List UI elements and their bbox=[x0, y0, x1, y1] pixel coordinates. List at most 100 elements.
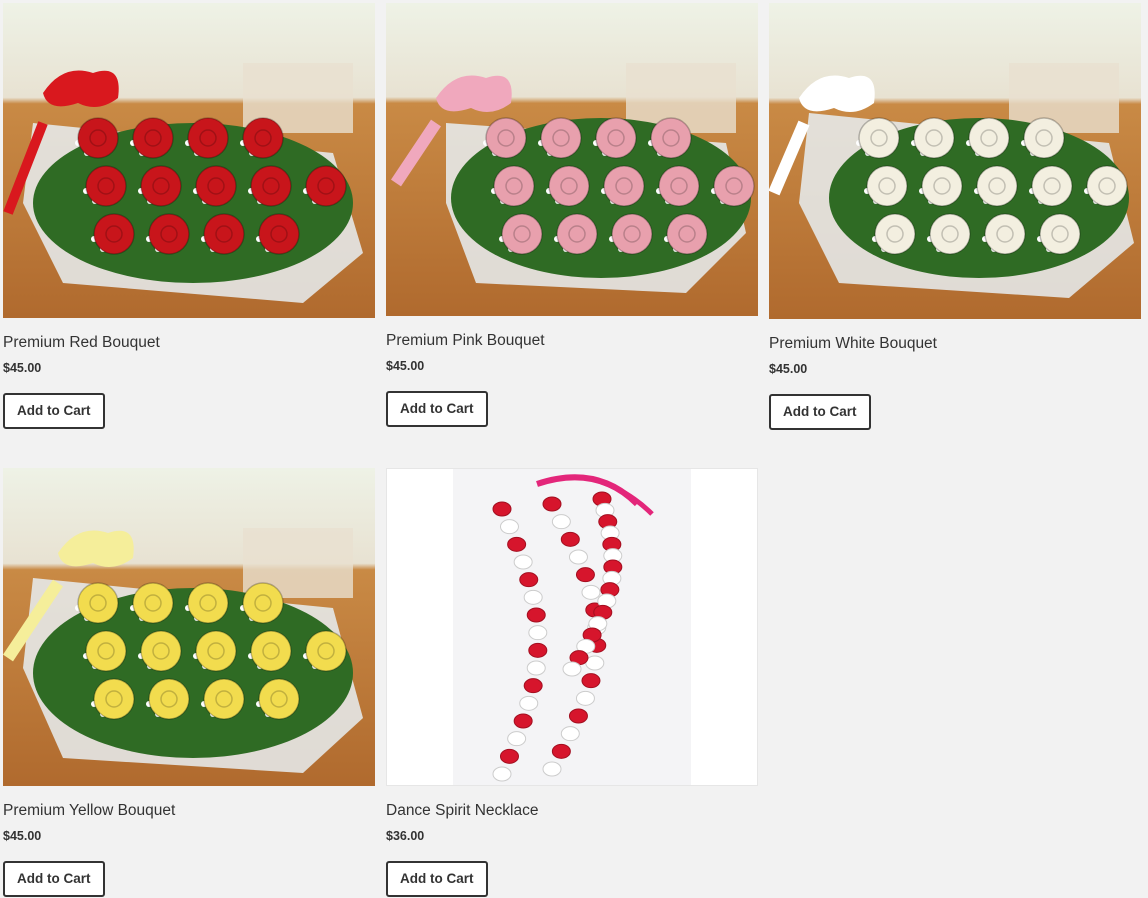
necklace-bead bbox=[523, 678, 543, 694]
necklace-bead bbox=[562, 661, 582, 677]
product-title[interactable]: Premium Yellow Bouquet bbox=[3, 802, 375, 820]
necklace-bead bbox=[523, 589, 543, 605]
rose bbox=[658, 165, 700, 207]
necklace-bead bbox=[568, 708, 588, 724]
rose bbox=[858, 117, 900, 159]
necklace-bead bbox=[528, 642, 548, 658]
product-card: Dance Spirit Necklace $36.00 Add to Cart bbox=[386, 468, 758, 897]
product-image-pink-bouquet[interactable] bbox=[386, 3, 758, 316]
necklace-bead bbox=[492, 501, 512, 517]
rose bbox=[148, 678, 190, 720]
product-price: $45.00 bbox=[3, 829, 42, 843]
rose bbox=[132, 117, 174, 159]
rose bbox=[1039, 213, 1081, 255]
rose bbox=[921, 165, 963, 207]
rose bbox=[866, 165, 908, 207]
necklace-bead bbox=[519, 572, 539, 588]
rose bbox=[976, 165, 1018, 207]
necklace-bead bbox=[568, 549, 588, 565]
rose bbox=[140, 165, 182, 207]
necklace-bead bbox=[513, 713, 533, 729]
rose bbox=[501, 213, 543, 255]
product-price: $45.00 bbox=[386, 359, 425, 373]
rose bbox=[650, 117, 692, 159]
rose bbox=[250, 630, 292, 672]
rose bbox=[258, 213, 300, 255]
add-to-cart-button[interactable]: Add to Cart bbox=[386, 861, 488, 897]
necklace-bead bbox=[551, 743, 571, 759]
rose bbox=[548, 165, 590, 207]
product-price: $45.00 bbox=[3, 361, 42, 375]
rose bbox=[713, 165, 755, 207]
rose bbox=[968, 117, 1010, 159]
rose bbox=[485, 117, 527, 159]
rose bbox=[187, 582, 229, 624]
rose bbox=[493, 165, 535, 207]
rose bbox=[93, 213, 135, 255]
rose bbox=[140, 630, 182, 672]
necklace-bead bbox=[519, 695, 539, 711]
rose bbox=[77, 582, 119, 624]
necklace-bead bbox=[551, 514, 571, 530]
product-card: Premium Red Bouquet $45.00 Add to Cart bbox=[3, 3, 375, 429]
necklace-bead bbox=[507, 731, 527, 747]
product-image-white-bouquet[interactable] bbox=[769, 3, 1141, 319]
rose bbox=[611, 213, 653, 255]
product-card: Premium White Bouquet $45.00 Add to Cart bbox=[769, 3, 1141, 430]
necklace-bead bbox=[542, 496, 562, 512]
rose bbox=[148, 213, 190, 255]
product-price: $36.00 bbox=[386, 829, 425, 843]
rose bbox=[195, 165, 237, 207]
rose bbox=[132, 582, 174, 624]
product-title[interactable]: Premium Red Bouquet bbox=[3, 334, 375, 352]
bouquet-image bbox=[3, 468, 375, 786]
product-title[interactable]: Dance Spirit Necklace bbox=[386, 802, 758, 820]
necklace-image bbox=[453, 469, 691, 785]
rose bbox=[874, 213, 916, 255]
necklace-bead bbox=[575, 690, 595, 706]
add-to-cart-button[interactable]: Add to Cart bbox=[386, 391, 488, 427]
rose bbox=[258, 678, 300, 720]
necklace-bead bbox=[513, 554, 533, 570]
product-image-red-bouquet[interactable] bbox=[3, 3, 375, 318]
necklace-bead bbox=[560, 531, 580, 547]
product-title[interactable]: Premium Pink Bouquet bbox=[386, 332, 758, 350]
add-to-cart-button[interactable]: Add to Cart bbox=[3, 861, 105, 897]
rose bbox=[203, 678, 245, 720]
necklace-bead bbox=[581, 673, 601, 689]
rose bbox=[1086, 165, 1128, 207]
rose bbox=[984, 213, 1026, 255]
rose bbox=[85, 630, 127, 672]
rose bbox=[305, 630, 347, 672]
necklace-bead bbox=[528, 625, 548, 641]
necklace-bead bbox=[507, 536, 527, 552]
rose bbox=[85, 165, 127, 207]
product-image-yellow-bouquet[interactable] bbox=[3, 468, 375, 786]
bouquet-image bbox=[3, 3, 375, 318]
add-to-cart-button[interactable]: Add to Cart bbox=[769, 394, 871, 430]
rose bbox=[603, 165, 645, 207]
product-image-necklace[interactable] bbox=[386, 468, 758, 786]
rose bbox=[913, 117, 955, 159]
necklace-bead bbox=[581, 584, 601, 600]
rose bbox=[242, 117, 284, 159]
product-title[interactable]: Premium White Bouquet bbox=[769, 335, 1141, 353]
rose bbox=[195, 630, 237, 672]
rose bbox=[250, 165, 292, 207]
rose bbox=[595, 117, 637, 159]
product-card: Premium Yellow Bouquet $45.00 Add to Car… bbox=[3, 468, 375, 897]
necklace-bead bbox=[575, 567, 595, 583]
necklace-bead bbox=[526, 660, 546, 676]
rose bbox=[305, 165, 347, 207]
rose bbox=[93, 678, 135, 720]
rose bbox=[242, 582, 284, 624]
necklace-bead bbox=[499, 519, 519, 535]
bouquet-image bbox=[769, 3, 1141, 319]
add-to-cart-button[interactable]: Add to Cart bbox=[3, 393, 105, 429]
necklace-bead bbox=[526, 607, 546, 623]
rose bbox=[77, 117, 119, 159]
necklace-bead bbox=[585, 655, 605, 671]
product-card: Premium Pink Bouquet $45.00 Add to Cart bbox=[386, 3, 758, 427]
rose bbox=[187, 117, 229, 159]
rose bbox=[929, 213, 971, 255]
